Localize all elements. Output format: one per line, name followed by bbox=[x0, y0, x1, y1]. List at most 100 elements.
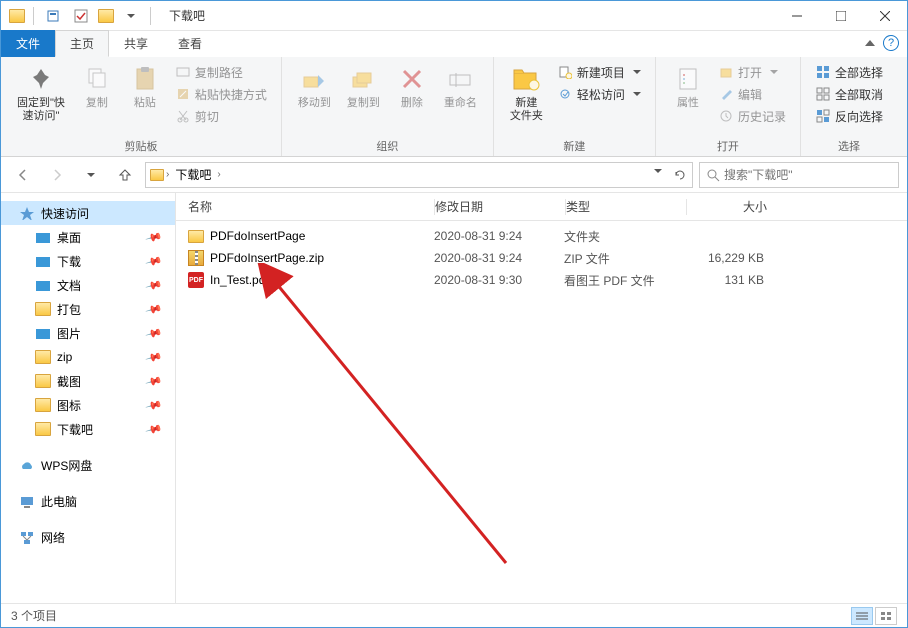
forward-button[interactable] bbox=[43, 161, 71, 189]
qat-dropdown[interactable] bbox=[120, 5, 142, 27]
tab-file[interactable]: 文件 bbox=[1, 30, 55, 57]
selectall-button[interactable]: 全部选择 bbox=[811, 61, 887, 83]
copypath-icon bbox=[175, 64, 191, 80]
delete-button[interactable]: 删除 bbox=[390, 61, 434, 112]
edit-button[interactable]: 编辑 bbox=[714, 83, 790, 105]
tab-share[interactable]: 共享 bbox=[109, 30, 163, 57]
sidebar-item[interactable]: 打包📌 bbox=[1, 297, 175, 321]
moveto-icon bbox=[298, 63, 330, 95]
history-button[interactable]: 历史记录 bbox=[714, 105, 790, 127]
qat-properties-icon[interactable] bbox=[42, 5, 64, 27]
pasteshortcut-button[interactable]: 粘贴快捷方式 bbox=[171, 83, 271, 105]
maximize-button[interactable] bbox=[819, 1, 863, 30]
copy-icon bbox=[81, 63, 113, 95]
copy-button[interactable]: 复制 bbox=[75, 61, 119, 112]
file-list: PDFdoInsertPage2020-08-31 9:24文件夹PDFdoIn… bbox=[176, 221, 907, 603]
rename-icon bbox=[444, 63, 476, 95]
main: 快速访问 桌面📌下载📌文档📌打包📌图片📌zip📌截图📌图标📌下载吧📌 WPS网盘… bbox=[1, 193, 907, 603]
sidebar-item[interactable]: 图标 📌 bbox=[1, 393, 175, 417]
pin-icon: 📌 bbox=[145, 396, 163, 414]
pin-icon: 📌 bbox=[145, 252, 163, 270]
sidebar-item[interactable]: 图片📌 bbox=[1, 321, 175, 345]
group-new-label: 新建 bbox=[504, 136, 645, 154]
group-open-label: 打开 bbox=[666, 136, 790, 154]
crumb-sep-icon[interactable]: › bbox=[217, 169, 220, 180]
folder-icon bbox=[35, 398, 51, 412]
file-size: 131 KB bbox=[684, 273, 784, 287]
minimize-button[interactable] bbox=[775, 1, 819, 30]
sidebar-network[interactable]: 网络 bbox=[1, 525, 175, 549]
file-row[interactable]: PDFIn_Test.pdf2020-08-31 9:30看图王 PDF 文件1… bbox=[176, 269, 907, 291]
search-input[interactable] bbox=[724, 168, 892, 182]
file-row[interactable]: PDFdoInsertPage.zip2020-08-31 9:24ZIP 文件… bbox=[176, 247, 907, 269]
file-type: ZIP 文件 bbox=[564, 250, 684, 267]
sidebar-item[interactable]: zip📌 bbox=[1, 345, 175, 369]
crumb-root[interactable]: 下载吧 bbox=[171, 164, 215, 185]
window-title: 下载吧 bbox=[169, 7, 205, 24]
view-thumbnails-button[interactable] bbox=[875, 607, 897, 625]
sidebar-item[interactable]: 下载吧📌 bbox=[1, 417, 175, 441]
sidebar-item[interactable]: 桌面📌 bbox=[1, 225, 175, 249]
newitem-button[interactable]: 新建项目 bbox=[553, 61, 645, 83]
qat-checkbox-icon[interactable] bbox=[70, 5, 92, 27]
folder-icon bbox=[188, 230, 204, 243]
back-button[interactable] bbox=[9, 161, 37, 189]
copypath-button[interactable]: 复制路径 bbox=[171, 61, 271, 83]
content: 名称 修改日期 类型 大小 PDFdoInsertPage2020-08-31 … bbox=[176, 193, 907, 603]
view-details-button[interactable] bbox=[851, 607, 873, 625]
sidebar-item[interactable]: 下载📌 bbox=[1, 249, 175, 273]
col-date[interactable]: 修改日期 bbox=[435, 198, 565, 215]
tab-home[interactable]: 主页 bbox=[55, 30, 109, 57]
copyto-button[interactable]: 复制到 bbox=[341, 61, 386, 112]
close-button[interactable] bbox=[863, 1, 907, 30]
file-row[interactable]: PDFdoInsertPage2020-08-31 9:24文件夹 bbox=[176, 225, 907, 247]
refresh-icon[interactable] bbox=[672, 167, 688, 183]
column-headers: 名称 修改日期 类型 大小 bbox=[176, 193, 907, 221]
help-icon[interactable]: ? bbox=[883, 35, 899, 51]
sidebar-quickaccess[interactable]: 快速访问 bbox=[1, 201, 175, 225]
tab-view[interactable]: 查看 bbox=[163, 30, 217, 57]
sidebar-item-label: 图标 bbox=[57, 397, 81, 414]
col-type[interactable]: 类型 bbox=[566, 198, 686, 215]
col-size[interactable]: 大小 bbox=[687, 198, 787, 215]
sidebar-item[interactable]: 截图📌 bbox=[1, 369, 175, 393]
sidebar-item[interactable]: 文档📌 bbox=[1, 273, 175, 297]
cut-button[interactable]: 剪切 bbox=[171, 105, 271, 127]
up-button[interactable] bbox=[111, 161, 139, 189]
col-name[interactable]: 名称 bbox=[184, 198, 434, 215]
moveto-button[interactable]: 移动到 bbox=[292, 61, 337, 112]
folder-icon bbox=[35, 230, 51, 244]
easyaccess-button[interactable]: 轻松访问 bbox=[553, 83, 645, 105]
copyto-icon bbox=[347, 63, 379, 95]
paste-button[interactable]: 粘贴 bbox=[123, 61, 167, 112]
breadcrumb-dropdown[interactable] bbox=[654, 169, 662, 173]
open-button[interactable]: 打开 bbox=[714, 61, 790, 83]
properties-button[interactable]: 属性 bbox=[666, 61, 710, 112]
invert-button[interactable]: 反向选择 bbox=[811, 105, 887, 127]
newfolder-icon bbox=[510, 63, 542, 95]
newfolder-button[interactable]: 新建 文件夹 bbox=[504, 61, 549, 125]
group-clipboard-label: 剪贴板 bbox=[11, 136, 271, 154]
rename-button[interactable]: 重命名 bbox=[438, 61, 483, 112]
crumb-sep-icon[interactable]: › bbox=[166, 169, 169, 180]
sidebar-item-label: 桌面 bbox=[57, 229, 81, 246]
sidebar: 快速访问 桌面📌下载📌文档📌打包📌图片📌zip📌截图📌图标📌下载吧📌 WPS网盘… bbox=[1, 193, 176, 603]
file-name: In_Test.pdf bbox=[210, 273, 269, 287]
pin-to-quickaccess-button[interactable]: 固定到"快 速访问" bbox=[11, 61, 71, 125]
sidebar-wps[interactable]: WPS网盘 bbox=[1, 453, 175, 477]
sidebar-item-label: 截图 bbox=[57, 373, 81, 390]
search-box[interactable] bbox=[699, 162, 899, 188]
qat-folder-icon[interactable] bbox=[98, 9, 114, 23]
selectnone-button[interactable]: 全部取消 bbox=[811, 83, 887, 105]
pin-icon: 📌 bbox=[145, 300, 163, 318]
breadcrumb[interactable]: › 下载吧 › bbox=[145, 162, 693, 188]
folder-icon bbox=[35, 350, 51, 364]
titlebar: 下载吧 bbox=[1, 1, 907, 31]
recent-dropdown[interactable] bbox=[77, 161, 105, 189]
collapse-ribbon-icon[interactable] bbox=[865, 40, 875, 46]
open-icon bbox=[718, 64, 734, 80]
newitem-icon bbox=[557, 64, 573, 80]
ribbon-tabs: 文件 主页 共享 查看 ? bbox=[1, 31, 907, 57]
sidebar-thispc[interactable]: 此电脑 bbox=[1, 489, 175, 513]
pin-icon bbox=[25, 63, 57, 95]
